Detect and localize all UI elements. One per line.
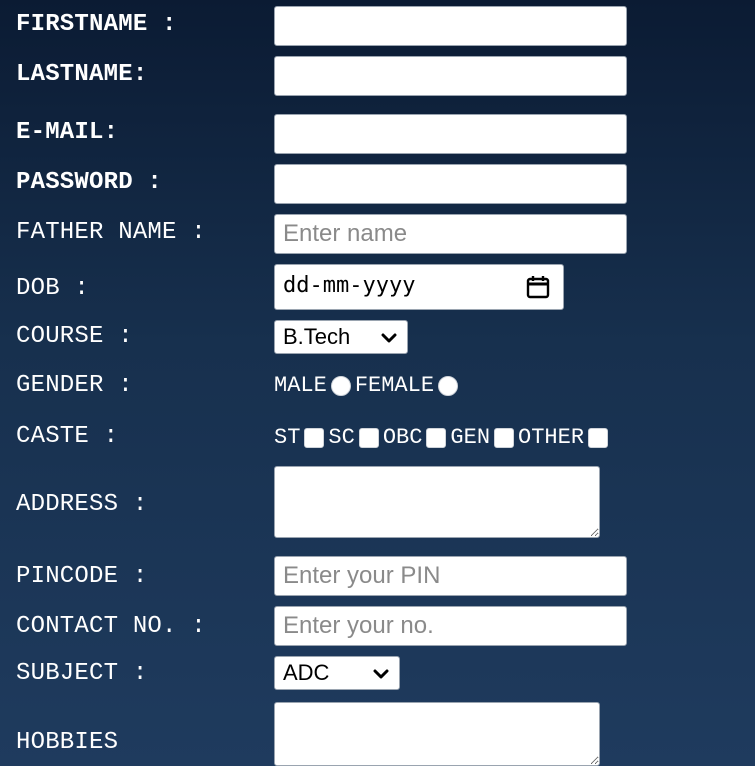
hobbies-textarea[interactable]	[274, 702, 600, 766]
caste-checkbox-other[interactable]	[588, 428, 609, 448]
subject-label: SUBJECT :	[16, 660, 148, 687]
gender-radio-male[interactable]	[330, 376, 351, 396]
course-label: COURSE :	[16, 323, 133, 350]
father-name-label: FATHER NAME :	[16, 219, 206, 246]
subject-selected: ADC	[283, 660, 330, 685]
gender-radio-female[interactable]	[438, 376, 459, 396]
caste-option-other-label: OTHER	[518, 425, 585, 450]
dob-value: dd-mm-yyyy	[283, 273, 416, 298]
dob-input[interactable]: dd-mm-yyyy	[274, 264, 564, 310]
calendar-icon[interactable]	[525, 274, 551, 300]
lastname-input[interactable]	[274, 56, 627, 96]
hobbies-label: HOBBIES	[16, 729, 119, 756]
address-textarea[interactable]	[274, 466, 600, 538]
password-label: PASSWORD :	[16, 169, 163, 196]
caste-option-obc-label: OBC	[382, 425, 423, 450]
course-select[interactable]: B.Tech	[274, 320, 408, 354]
gender-option-female-label: FEMALE	[354, 373, 435, 398]
gender-label: GENDER :	[16, 372, 133, 399]
address-label: ADDRESS :	[16, 491, 148, 518]
course-selected: B.Tech	[283, 324, 351, 349]
chevron-down-icon	[381, 333, 397, 343]
father-name-input[interactable]	[274, 214, 627, 254]
lastname-label: LASTNAME:	[16, 61, 148, 88]
password-input[interactable]	[274, 164, 627, 204]
caste-checkbox-sc[interactable]	[358, 428, 379, 448]
gender-options: MALE FEMALE	[274, 375, 462, 397]
caste-checkbox-gen[interactable]	[494, 428, 515, 448]
pincode-input[interactable]	[274, 556, 627, 596]
firstname-label: FIRSTNAME :	[16, 11, 177, 38]
chevron-down-icon	[373, 669, 389, 679]
caste-options: ST SC OBC GEN OTHER	[274, 427, 612, 449]
caste-checkbox-st[interactable]	[304, 428, 325, 448]
caste-checkbox-obc[interactable]	[426, 428, 447, 448]
caste-option-st-label: ST	[274, 425, 301, 450]
pincode-label: PINCODE :	[16, 563, 148, 590]
gender-option-male-label: MALE	[274, 373, 327, 398]
caste-option-sc-label: SC	[328, 425, 355, 450]
dob-label: DOB :	[16, 275, 90, 302]
caste-label: CASTE :	[16, 423, 119, 450]
firstname-input[interactable]	[274, 6, 627, 46]
subject-select[interactable]: ADC	[274, 656, 400, 690]
contact-label: CONTACT NO. :	[16, 613, 206, 640]
email-label: E-MAIL:	[16, 119, 119, 146]
email-input[interactable]	[274, 114, 627, 154]
caste-option-gen-label: GEN	[450, 425, 491, 450]
contact-input[interactable]	[274, 606, 627, 646]
